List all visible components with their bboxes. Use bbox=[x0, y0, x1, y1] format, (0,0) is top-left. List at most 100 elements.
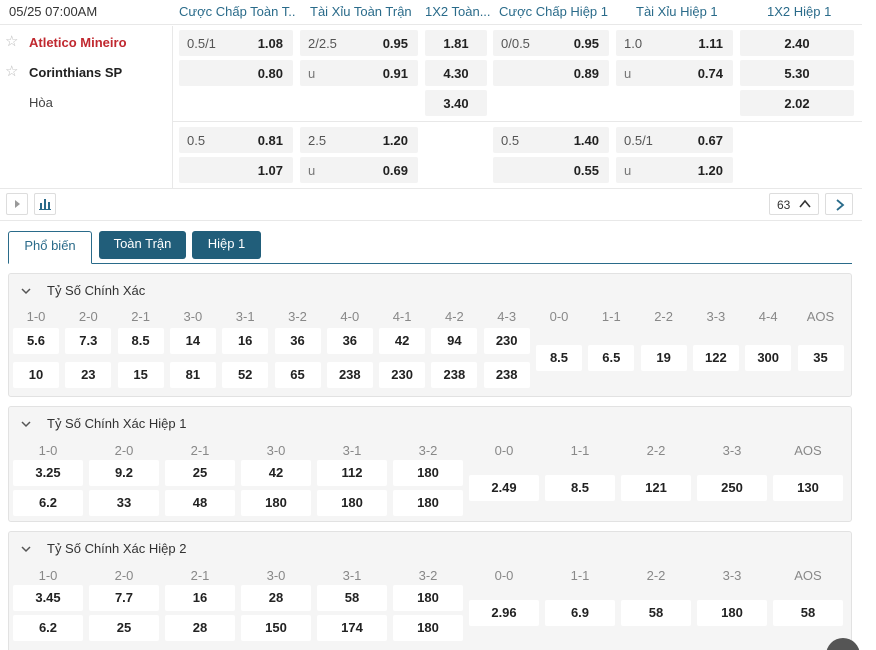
score-odds[interactable]: 3.25 bbox=[13, 460, 83, 486]
score-odds[interactable]: 230 bbox=[379, 362, 426, 388]
score-odds[interactable]: 16 bbox=[222, 328, 269, 354]
score-odds[interactable]: 36 bbox=[326, 328, 373, 354]
section-title[interactable]: Tỷ Số Chính Xác Hiệp 2 bbox=[47, 541, 186, 556]
odds-cell-h1-1x2-away[interactable]: 5.30 bbox=[740, 60, 854, 86]
odds-cell-hdp-away[interactable]: 1.07 bbox=[179, 157, 293, 183]
odds-cell-h1-under[interactable]: u 0.74 bbox=[616, 60, 733, 86]
odds-cell-h1-hdp-away[interactable]: 0.89 bbox=[493, 60, 609, 86]
score-odds[interactable]: 8.5 bbox=[545, 475, 615, 501]
score-odds[interactable]: 5.6 bbox=[13, 328, 59, 354]
odds-value: 0.69 bbox=[382, 163, 408, 178]
chevron-down-icon[interactable] bbox=[21, 544, 31, 554]
score-odds[interactable]: 180 bbox=[241, 490, 311, 516]
odds-cell-h1-over[interactable]: 0.5/1 0.67 bbox=[616, 127, 733, 153]
score-odds[interactable]: 300 bbox=[745, 345, 792, 371]
score-odds[interactable]: 180 bbox=[697, 600, 767, 626]
score-odds[interactable]: 94 bbox=[431, 328, 478, 354]
odds-cell-1x2-draw[interactable]: 3.40 bbox=[425, 90, 487, 116]
away-team-name[interactable]: Corinthians SP bbox=[29, 65, 122, 80]
score-odds[interactable]: 16 bbox=[165, 585, 235, 611]
odds-cell-hdp-home[interactable]: 0.5 0.81 bbox=[179, 127, 293, 153]
score-odds[interactable]: 25 bbox=[89, 615, 159, 641]
score-odds[interactable]: 238 bbox=[326, 362, 373, 388]
chevron-down-icon[interactable] bbox=[21, 419, 31, 429]
score-odds[interactable]: 42 bbox=[379, 328, 426, 354]
tab-full-match[interactable]: Toàn Trận bbox=[99, 231, 186, 259]
score-odds[interactable]: 122 bbox=[692, 345, 739, 371]
tab-popular[interactable]: Phổ biến bbox=[8, 231, 92, 264]
odds-cell-hdp-home[interactable]: 0.5/1 1.08 bbox=[179, 30, 293, 56]
tab-first-half[interactable]: Hiệp 1 bbox=[192, 231, 261, 259]
score-odds[interactable]: 6.9 bbox=[545, 600, 615, 626]
score-odds[interactable]: 28 bbox=[241, 585, 311, 611]
odds-cell-under[interactable]: u 0.69 bbox=[300, 157, 418, 183]
odds-cell-h1-1x2-draw[interactable]: 2.02 bbox=[740, 90, 854, 116]
score-odds[interactable]: 150 bbox=[241, 615, 311, 641]
play-button[interactable] bbox=[6, 193, 28, 215]
score-odds[interactable]: 238 bbox=[483, 362, 530, 388]
odds-cell-1x2-away[interactable]: 4.30 bbox=[425, 60, 487, 86]
score-odds[interactable]: 35 bbox=[797, 345, 844, 371]
odds-cell-h1-hdp-away[interactable]: 0.55 bbox=[493, 157, 609, 183]
score-odds[interactable]: 8.5 bbox=[117, 328, 164, 354]
odds-cell-over[interactable]: 2.5 1.20 bbox=[300, 127, 418, 153]
score-odds[interactable]: 36 bbox=[274, 328, 321, 354]
score-odds[interactable]: 180 bbox=[393, 460, 463, 486]
score-odds[interactable]: 25 bbox=[165, 460, 235, 486]
score-odds[interactable]: 14 bbox=[169, 328, 216, 354]
score-odds[interactable]: 58 bbox=[773, 600, 843, 626]
score-odds[interactable]: 180 bbox=[393, 585, 463, 611]
score-odds[interactable]: 2.96 bbox=[469, 600, 539, 626]
score-odds[interactable]: 9.2 bbox=[89, 460, 159, 486]
chevron-down-icon[interactable] bbox=[21, 286, 31, 296]
odds-cell-h1-hdp-home[interactable]: 0/0.5 0.95 bbox=[493, 30, 609, 56]
score-odds[interactable]: 174 bbox=[317, 615, 387, 641]
score-odds[interactable]: 121 bbox=[621, 475, 691, 501]
score-odds[interactable]: 23 bbox=[65, 362, 112, 388]
odds-cell-1x2-home[interactable]: 1.81 bbox=[425, 30, 487, 56]
score-odds[interactable]: 10 bbox=[13, 362, 59, 388]
more-markets-toggle[interactable]: 63 bbox=[769, 193, 819, 215]
favorite-star-icon[interactable]: ☆ bbox=[5, 34, 21, 50]
favorite-star-icon[interactable]: ☆ bbox=[5, 64, 21, 80]
odds-cell-hdp-away[interactable]: 0.80 bbox=[179, 60, 293, 86]
score-odds[interactable]: 238 bbox=[431, 362, 478, 388]
odds-cell-over[interactable]: 2/2.5 0.95 bbox=[300, 30, 418, 56]
score-odds[interactable]: 33 bbox=[89, 490, 159, 516]
next-match-button[interactable] bbox=[825, 193, 853, 215]
score-odds[interactable]: 6.5 bbox=[588, 345, 635, 371]
score-odds[interactable]: 250 bbox=[697, 475, 767, 501]
odds-cell-h1-1x2-home[interactable]: 2.40 bbox=[740, 30, 854, 56]
score-odds[interactable]: 180 bbox=[393, 490, 463, 516]
odds-cell-under[interactable]: u 0.91 bbox=[300, 60, 418, 86]
section-title[interactable]: Tỷ Số Chính Xác bbox=[47, 283, 145, 298]
score-odds[interactable]: 6.2 bbox=[13, 490, 83, 516]
score-odds[interactable]: 230 bbox=[483, 328, 530, 354]
home-team-name[interactable]: Atletico Mineiro bbox=[29, 35, 127, 50]
odds-cell-h1-under[interactable]: u 1.20 bbox=[616, 157, 733, 183]
score-odds[interactable]: 180 bbox=[317, 490, 387, 516]
score-odds[interactable]: 52 bbox=[222, 362, 269, 388]
score-odds[interactable]: 180 bbox=[393, 615, 463, 641]
stats-button[interactable] bbox=[34, 193, 56, 215]
score-odds[interactable]: 130 bbox=[773, 475, 843, 501]
score-odds[interactable]: 48 bbox=[165, 490, 235, 516]
score-odds[interactable]: 58 bbox=[621, 600, 691, 626]
odds-cell-h1-over[interactable]: 1.0 1.11 bbox=[616, 30, 733, 56]
score-odds[interactable]: 3.45 bbox=[13, 585, 83, 611]
score-odds[interactable]: 19 bbox=[640, 345, 687, 371]
score-odds[interactable]: 7.7 bbox=[89, 585, 159, 611]
odds-cell-h1-hdp-home[interactable]: 0.5 1.40 bbox=[493, 127, 609, 153]
score-odds[interactable]: 81 bbox=[169, 362, 216, 388]
score-odds[interactable]: 2.49 bbox=[469, 475, 539, 501]
score-odds[interactable]: 15 bbox=[117, 362, 164, 388]
score-odds[interactable]: 28 bbox=[165, 615, 235, 641]
score-odds[interactable]: 112 bbox=[317, 460, 387, 486]
score-odds[interactable]: 42 bbox=[241, 460, 311, 486]
section-title[interactable]: Tỷ Số Chính Xác Hiệp 1 bbox=[47, 416, 186, 431]
score-odds[interactable]: 65 bbox=[274, 362, 321, 388]
score-odds[interactable]: 58 bbox=[317, 585, 387, 611]
score-odds[interactable]: 7.3 bbox=[65, 328, 112, 354]
score-odds[interactable]: 6.2 bbox=[13, 615, 83, 641]
score-odds[interactable]: 8.5 bbox=[536, 345, 582, 371]
